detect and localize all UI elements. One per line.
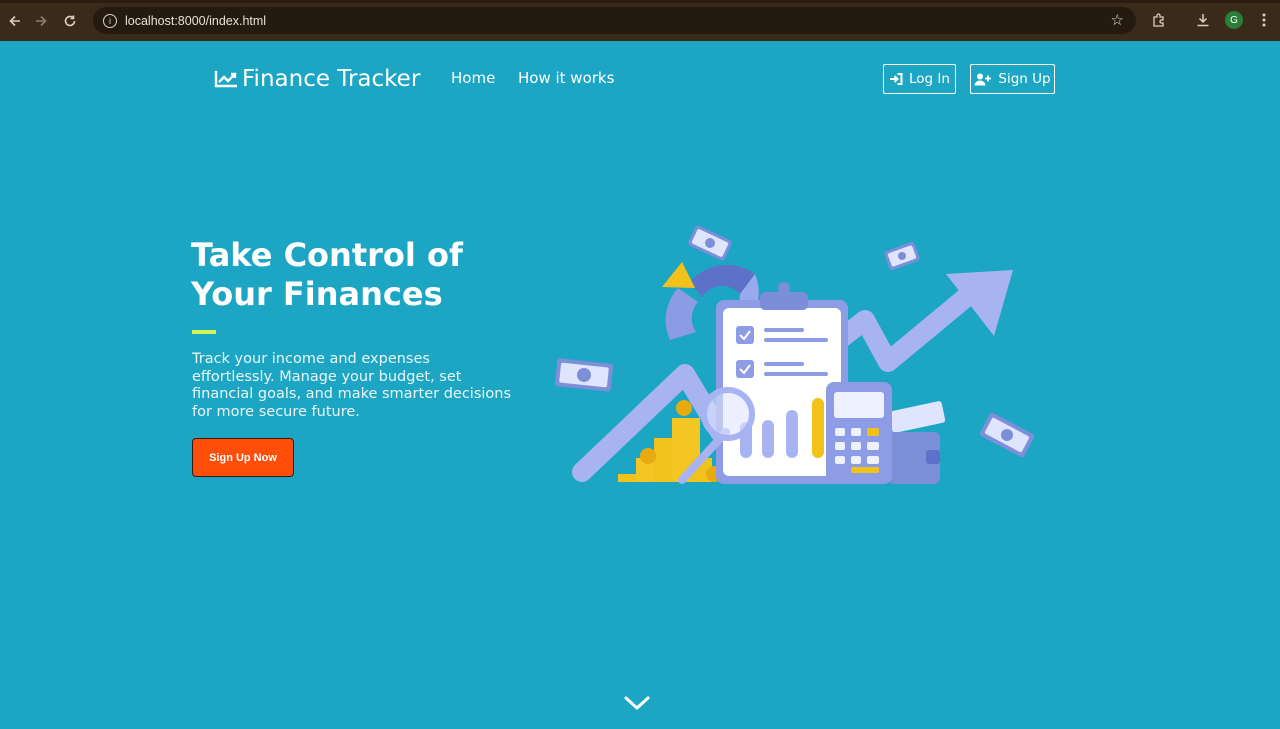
nav-home[interactable]: Home: [451, 69, 495, 87]
extensions-icon[interactable]: [1147, 8, 1171, 32]
sign-in-icon: [890, 73, 903, 85]
download-icon[interactable]: [1191, 8, 1215, 32]
url-text: localhost:8000/index.html: [125, 13, 267, 28]
signup-button[interactable]: Sign Up: [970, 64, 1055, 94]
address-bar[interactable]: i localhost:8000/index.html ☆: [93, 7, 1136, 34]
banknote-icon: [688, 225, 732, 261]
signup-label: Sign Up: [998, 71, 1051, 87]
calculator-icon: [826, 382, 892, 484]
hero-title: Take Control of Your Finances: [191, 236, 521, 314]
star-icon[interactable]: ☆: [1111, 11, 1124, 29]
browser-toolbar: i localhost:8000/index.html ☆ G: [0, 0, 1280, 41]
hero-description: Track your income and expenses effortles…: [192, 351, 512, 420]
title-accent-bar: [192, 330, 216, 334]
banknote-icon: [979, 412, 1035, 458]
banknote-icon: [884, 241, 920, 271]
forward-icon[interactable]: [26, 6, 56, 36]
wallet-icon: [888, 401, 946, 484]
hero-title-line1: Take Control of: [191, 236, 463, 274]
reload-icon[interactable]: [55, 6, 85, 36]
hero-title-line2: Your Finances: [191, 275, 443, 313]
profile-avatar[interactable]: G: [1222, 8, 1246, 32]
info-icon[interactable]: i: [103, 13, 117, 28]
profile-initial: G: [1225, 11, 1243, 29]
login-label: Log In: [909, 71, 950, 87]
finance-illustration: [554, 225, 1035, 484]
menu-icon[interactable]: [1252, 8, 1276, 32]
tab-strip-edge: [0, 0, 1280, 3]
login-button[interactable]: Log In: [883, 64, 956, 94]
brand-logo[interactable]: Finance Tracker: [214, 64, 420, 94]
chart-line-icon: [214, 71, 237, 88]
nav-how-it-works[interactable]: How it works: [518, 69, 614, 87]
user-plus-icon: [974, 73, 992, 85]
banknote-icon: [554, 358, 614, 392]
brand-name: Finance Tracker: [242, 66, 421, 92]
signup-now-button[interactable]: Sign Up Now: [192, 438, 294, 477]
chevron-down-icon[interactable]: [622, 692, 652, 714]
